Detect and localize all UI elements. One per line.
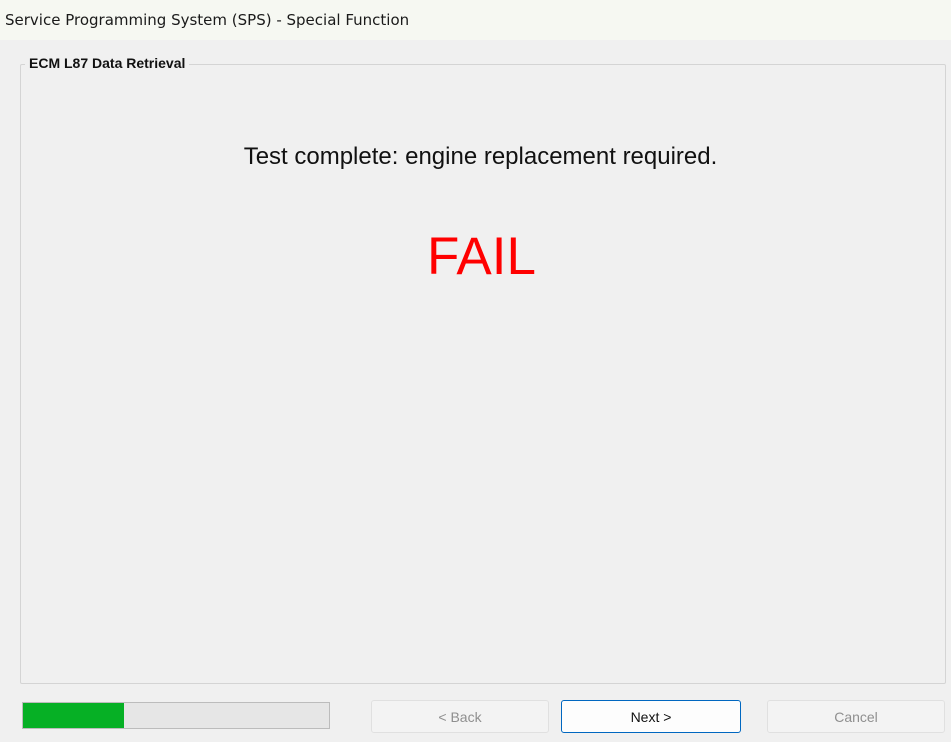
title-bar: Service Programming System (SPS) - Speci…	[0, 0, 951, 40]
cancel-button[interactable]: Cancel	[767, 700, 945, 733]
back-button[interactable]: < Back	[371, 700, 549, 733]
progress-bar	[22, 702, 330, 729]
status-message: Test complete: engine replacement requir…	[243, 143, 718, 170]
window-title: Service Programming System (SPS) - Speci…	[5, 11, 410, 29]
next-button[interactable]: Next >	[561, 700, 741, 733]
result-text: FAIL	[426, 227, 536, 286]
group-title: ECM L87 Data Retrieval	[25, 55, 190, 71]
progress-fill	[23, 703, 124, 728]
